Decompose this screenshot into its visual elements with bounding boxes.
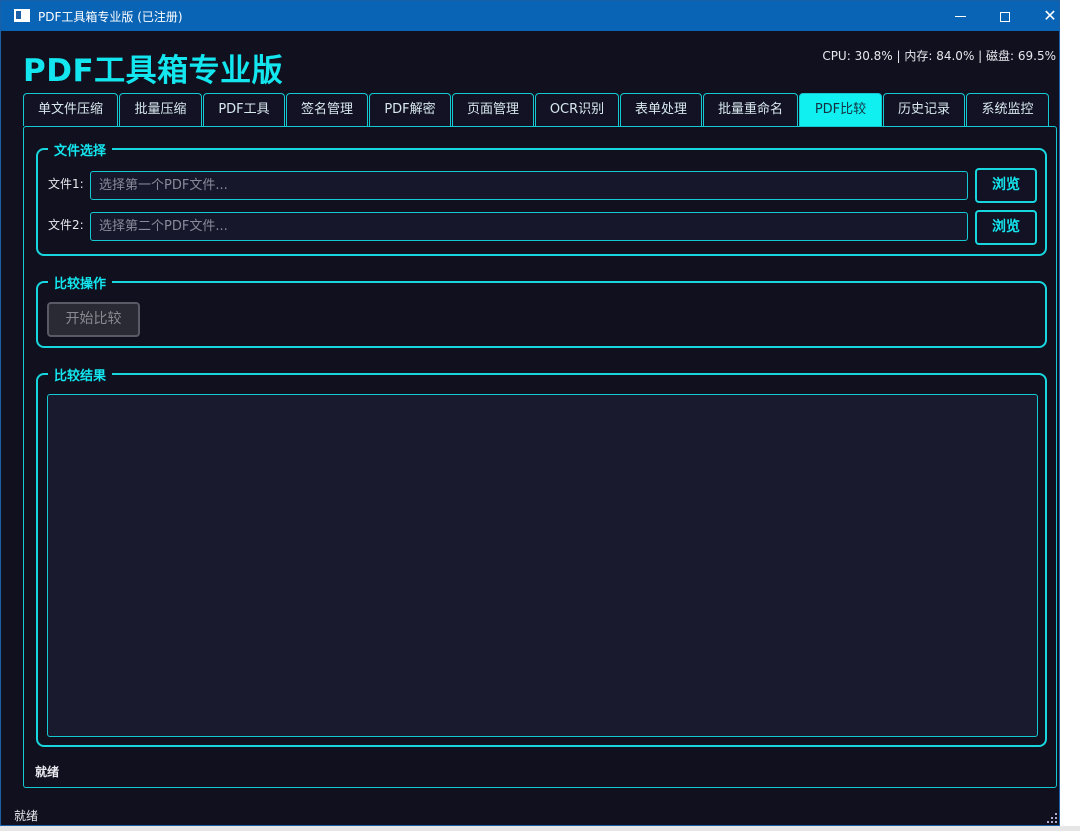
file1-input[interactable] [90,171,968,200]
tab-single-compress[interactable]: 单文件压缩 [23,93,118,126]
app-title: PDF工具箱专业版 [23,53,284,89]
file2-label: 文件2: [48,218,84,232]
system-stats: CPU: 30.8% | 内存: 84.0% | 磁盘: 69.5% [822,49,1056,63]
tab-pdf-tools[interactable]: PDF工具 [203,93,285,126]
tab-batch-rename[interactable]: 批量重命名 [703,93,798,126]
file1-browse-button[interactable]: 浏览 [975,168,1037,203]
pdf-compare-panel: 文件选择 文件1: 浏览 文件2: 浏览 比较操作 开始比较 比较结果 就绪 [23,126,1057,788]
compare-ops-group: 比较操作 开始比较 [36,273,1047,348]
compare-results-group: 比较结果 [36,365,1047,747]
tab-pdf-compare[interactable]: PDF比较 [799,93,882,126]
background-desktop-bottom [0,826,1080,831]
app-window-icon [14,9,30,22]
window-title: PDF工具箱专业版 (已注册) [38,10,183,24]
minimize-button[interactable] [937,1,983,31]
close-icon: ✕ [1043,6,1057,25]
tab-system-monitor[interactable]: 系统监控 [966,93,1049,126]
resize-grip-icon[interactable] [1047,813,1057,823]
tab-bar: 单文件压缩 批量压缩 PDF工具 签名管理 PDF解密 页面管理 OCR识别 表… [23,93,1053,127]
status-bar-text: 就绪 [14,809,39,823]
compare-results-legend: 比较结果 [48,365,113,384]
tab-form[interactable]: 表单处理 [620,93,702,126]
compare-results-textarea[interactable] [47,394,1038,737]
start-compare-button[interactable]: 开始比较 [47,302,140,337]
file-selection-group: 文件选择 文件1: 浏览 文件2: 浏览 [36,140,1047,256]
file2-input[interactable] [90,212,968,241]
minimize-icon [954,16,966,17]
app-window: PDF工具箱专业版 (已注册) ✕ PDF工具箱专业版 CPU: 30.8% |… [0,0,1060,826]
tab-history[interactable]: 历史记录 [883,93,965,126]
compare-ops-legend: 比较操作 [48,273,113,292]
tab-page-manage[interactable]: 页面管理 [452,93,534,126]
tab-signature[interactable]: 签名管理 [286,93,368,126]
tab-batch-compress[interactable]: 批量压缩 [119,93,202,126]
file2-browse-button[interactable]: 浏览 [975,210,1037,245]
maximize-button[interactable] [982,1,1028,31]
panel-status-text: 就绪 [35,765,60,779]
maximize-icon [1000,11,1010,22]
title-bar[interactable]: PDF工具箱专业版 (已注册) ✕ [1,1,1059,31]
tab-ocr[interactable]: OCR识别 [535,93,619,126]
file1-label: 文件1: [48,177,84,191]
file-selection-legend: 文件选择 [48,140,113,159]
background-desktop-strip [1061,0,1080,831]
tab-pdf-decrypt[interactable]: PDF解密 [369,93,451,126]
